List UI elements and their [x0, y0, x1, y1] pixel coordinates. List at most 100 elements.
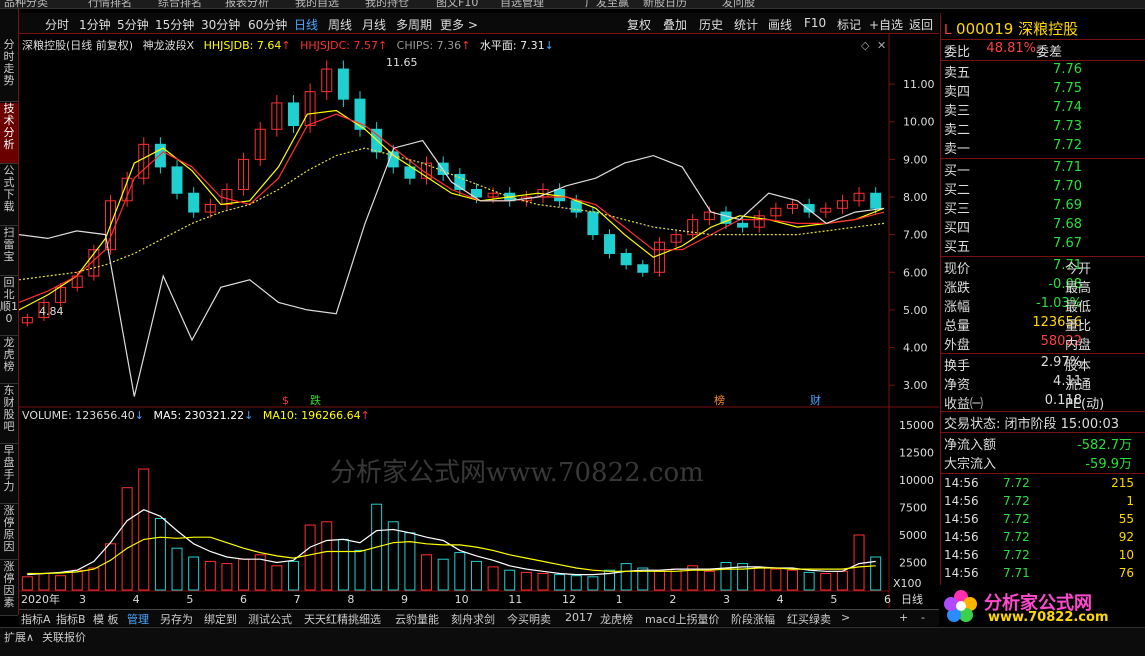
indicator-name[interactable]: 神龙波段X	[143, 39, 195, 52]
nav-limit-reason[interactable]: 涨停原因	[0, 505, 18, 560]
period-tab-more[interactable]: 更多 >	[440, 16, 478, 33]
period-tab[interactable]: 15分钟	[155, 16, 194, 33]
big-inflow-label: 大宗流入	[944, 457, 997, 472]
tab-formula[interactable]: 阶段涨幅	[731, 611, 775, 627]
menu-item-ask[interactable]: 发问股	[722, 0, 755, 10]
month-label: 2	[669, 593, 676, 606]
tab-indicator-b[interactable]: 指标B	[56, 611, 86, 627]
stock-code: 000019	[956, 20, 1014, 38]
tick-time: 14:56	[944, 512, 979, 526]
candle-body	[620, 252, 632, 266]
down-arrow-icon: ↓	[244, 409, 254, 422]
up-arrow-icon: ↑	[461, 39, 471, 52]
menu-item-f10[interactable]: 图文F10	[436, 0, 478, 10]
period-label: 日线	[901, 592, 923, 606]
close-icon[interactable]: ✕	[877, 39, 886, 52]
tab-template[interactable]: 模 板	[93, 611, 119, 627]
volume-info-line: VOLUME: 123656.40↓ MA5: 230321.22↓ MA10:…	[22, 409, 376, 422]
period-tab[interactable]: 60分钟	[248, 16, 287, 33]
nav-technical[interactable]: 技术分析	[0, 103, 18, 164]
period-tab-daily[interactable]: 日线	[294, 16, 318, 33]
tab-formula[interactable]: 刻舟求剑	[451, 611, 495, 627]
nav-limit-factor[interactable]: 涨停因素	[0, 561, 18, 616]
period-tab[interactable]: 周线	[328, 16, 352, 33]
ask-row-value: 7.73	[1053, 119, 1082, 134]
stat-row-label: 涨幅	[944, 300, 971, 315]
nav-northbound[interactable]: 回北顺10	[0, 277, 18, 336]
period-tab[interactable]: 多周期	[396, 16, 432, 33]
flower-logo-icon	[944, 589, 978, 623]
tick-price: 7.72	[1003, 512, 1030, 526]
price-tick-label: 9.00	[903, 153, 928, 166]
nav-forum[interactable]: 东财股吧	[0, 385, 18, 444]
bid-row-value: 7.71	[1053, 160, 1082, 175]
tab-formula[interactable]: 龙虎榜	[600, 611, 633, 627]
tab-bind[interactable]: 绑定到	[204, 611, 237, 627]
nav-intraday[interactable]: 分时走势	[0, 39, 18, 102]
diamond-icon[interactable]: ◇	[861, 39, 870, 52]
menu-item-gf[interactable]: 广发至赢	[585, 0, 629, 10]
menu-item-watchlist[interactable]: 我的自选	[295, 0, 339, 10]
month-label: 6	[240, 593, 247, 606]
kline-chart[interactable]: 11.00 10.00 9.00 8.00 7.00 6.00 5.00 4.00 3.00 1…	[19, 34, 939, 608]
add-watchlist-button[interactable]: +自选	[869, 16, 903, 33]
tab-formula[interactable]: 天天红精挑细选	[304, 611, 381, 627]
draw-button[interactable]: 画线	[768, 16, 792, 33]
tab-indicator-a[interactable]: 指标A	[21, 611, 51, 627]
menu-item-watch-manage[interactable]: 自选管理	[500, 0, 544, 10]
tick-row: 14:56 7.71 76	[941, 566, 1145, 584]
tick-vol: 92	[1118, 530, 1134, 544]
tab-formula[interactable]: 2017	[565, 611, 593, 624]
logo-url: www.70822.com	[988, 610, 1109, 625]
volume-tick-label: 2500	[899, 557, 927, 570]
candle-body	[287, 102, 299, 127]
period-tab[interactable]: 分时	[45, 16, 69, 33]
menu-item-ipo-calendar[interactable]: 新股日历	[643, 0, 687, 10]
remove-tab-icon[interactable]: -	[921, 611, 925, 624]
menu-item-report[interactable]: 报表分析	[225, 0, 269, 10]
price-tick-label: 6.00	[903, 266, 928, 279]
tab-formula[interactable]: macd上拐量价	[645, 611, 720, 627]
adjust-button[interactable]: 复权	[627, 16, 651, 33]
tab-scroll-right[interactable]: >	[841, 611, 850, 624]
nav-morning[interactable]: 早盘手力	[0, 445, 18, 504]
mark-button[interactable]: 标记	[837, 16, 861, 33]
nav-minesweeper[interactable]: 扫雷宝	[0, 227, 18, 276]
candle-body	[337, 68, 349, 100]
tab-manage[interactable]: 管理	[127, 611, 149, 627]
nav-formula-download[interactable]: 公式下载	[0, 165, 18, 226]
tab-save-as[interactable]: 另存为	[160, 611, 193, 627]
candle-body	[604, 234, 616, 254]
tick-price: 7.72	[1003, 530, 1030, 544]
overlay-button[interactable]: 叠加	[663, 16, 687, 33]
price-tick-label: 5.00	[903, 304, 928, 317]
back-button[interactable]: 返回	[909, 16, 933, 33]
tick-time: 14:56	[944, 548, 979, 562]
ma5-label: MA5: 230321.22	[153, 409, 245, 422]
month-label: 9	[401, 593, 408, 606]
period-tab[interactable]: 1分钟	[79, 16, 111, 33]
tab-formula[interactable]: 今买明卖	[507, 611, 551, 627]
f10-button[interactable]: F10	[804, 16, 826, 30]
bid-row-label: 买三	[944, 202, 971, 217]
menu-item-composite[interactable]: 综合排名	[158, 0, 202, 10]
hhjsjdb-value: HHJSJDB: 7.64	[203, 39, 282, 52]
period-toolbar: 分时 1分钟 5分钟 15分钟 30分钟 60分钟 日线 周线 月线 多周期 更…	[19, 13, 939, 34]
expand-button[interactable]: 扩展∧	[4, 629, 34, 645]
menu-item-holdings[interactable]: 我的持仓	[365, 0, 409, 10]
tab-formula[interactable]: 红买绿卖	[787, 611, 831, 627]
period-tab[interactable]: 月线	[362, 16, 386, 33]
tab-formula[interactable]: 云豹量能	[395, 611, 439, 627]
hhjsjdc-value: HHJSJDC: 7.57	[300, 39, 378, 52]
history-button[interactable]: 历史	[699, 16, 723, 33]
menu-item-ranking[interactable]: 行情排名	[88, 0, 132, 10]
period-tab[interactable]: 5分钟	[117, 16, 149, 33]
add-tab-icon[interactable]: +	[899, 611, 908, 624]
related-quote-button[interactable]: 关联报价	[42, 629, 86, 645]
tab-test-formula[interactable]: 测试公式	[248, 611, 292, 627]
marker-dollar: $	[282, 394, 289, 407]
nav-dragon-tiger[interactable]: 龙虎榜	[0, 337, 18, 384]
stats-button[interactable]: 统计	[734, 16, 758, 33]
bid-row-label: 买一	[944, 164, 971, 179]
period-tab[interactable]: 30分钟	[201, 16, 240, 33]
